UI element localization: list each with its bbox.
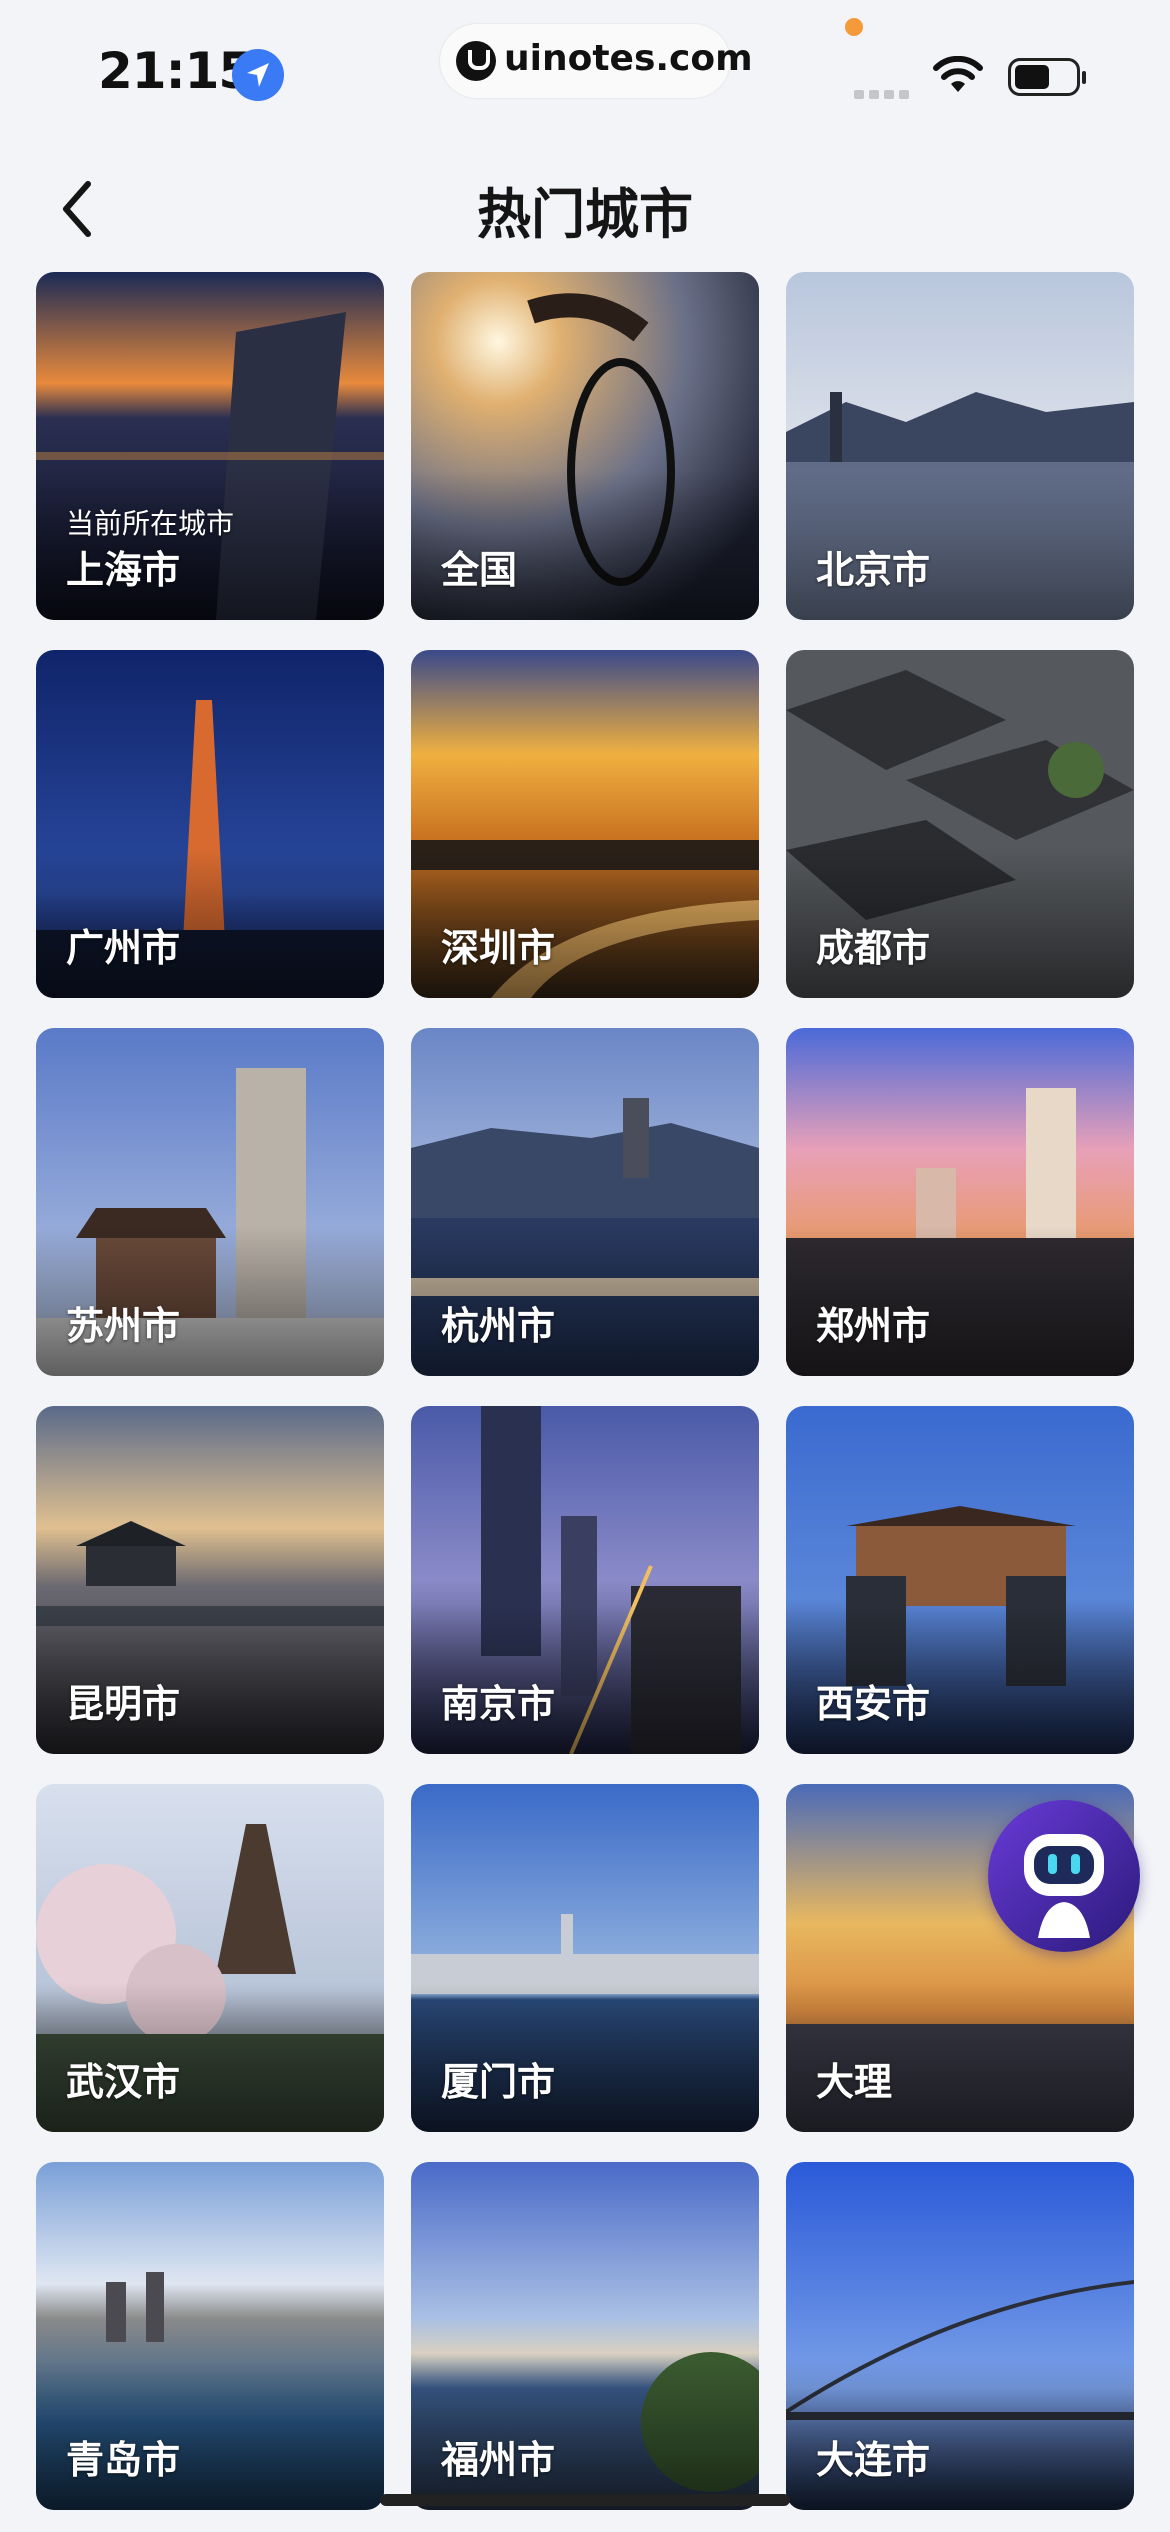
battery-icon [1008,58,1086,96]
status-time: 21:15 [98,42,253,100]
city-name: 郑州市 [816,1304,931,1348]
city-card-nationwide[interactable]: 全国 [411,272,759,620]
url-pill[interactable]: uinotes.com [440,24,753,98]
city-name: 上海市 [66,548,181,592]
url-text: uinotes.com [504,38,753,79]
city-card-guangzhou[interactable]: 广州市 [36,650,384,998]
city-name: 全国 [441,548,518,592]
city-name: 大连市 [816,2438,931,2482]
city-name: 北京市 [816,548,931,592]
city-card-kunming[interactable]: 昆明市 [36,1406,384,1754]
home-indicator [380,2494,790,2506]
city-name: 深圳市 [441,926,556,970]
city-name: 大理 [816,2060,893,2104]
city-card-nanjing[interactable]: 南京市 [411,1406,759,1754]
city-name: 青岛市 [66,2438,181,2482]
city-card-shenzhen[interactable]: 深圳市 [411,650,759,998]
city-card-wuhan[interactable]: 武汉市 [36,1784,384,2132]
city-card-xiamen[interactable]: 厦门市 [411,1784,759,2132]
cellular-signal-icon [854,84,914,103]
city-name: 昆明市 [66,1682,181,1726]
location-arrow-icon [232,49,284,101]
city-name: 厦门市 [441,2060,556,2104]
city-name: 南京市 [441,1682,556,1726]
status-bar: 21:15 uinotes.com [0,0,1170,130]
city-card-suzhou[interactable]: 苏州市 [36,1028,384,1376]
city-name: 福州市 [441,2438,556,2482]
nav-bar: 热门城市 [0,150,1170,260]
city-card-zhengzhou[interactable]: 郑州市 [786,1028,1134,1376]
recording-indicator [845,18,863,36]
city-card-shanghai[interactable]: 当前所在城市 上海市 [36,272,384,620]
city-name: 杭州市 [441,1304,556,1348]
site-logo-icon [456,41,496,81]
current-city-label: 当前所在城市 [66,507,235,540]
city-card-fuzhou[interactable]: 福州市 [411,2162,759,2510]
robot-assistant-icon[interactable] [988,1800,1140,1952]
city-card-dalian[interactable]: 大连市 [786,2162,1134,2510]
city-name: 成都市 [816,926,931,970]
city-card-qingdao[interactable]: 青岛市 [36,2162,384,2510]
city-name: 广州市 [66,926,181,970]
city-name: 西安市 [816,1682,931,1726]
city-card-chengdu[interactable]: 成都市 [786,650,1134,998]
wifi-icon [933,56,983,92]
city-name: 武汉市 [66,2060,181,2104]
city-card-beijing[interactable]: 北京市 [786,272,1134,620]
city-card-xian[interactable]: 西安市 [786,1406,1134,1754]
page-title: 热门城市 [477,183,693,246]
city-name: 苏州市 [66,1304,181,1348]
city-card-hangzhou[interactable]: 杭州市 [411,1028,759,1376]
